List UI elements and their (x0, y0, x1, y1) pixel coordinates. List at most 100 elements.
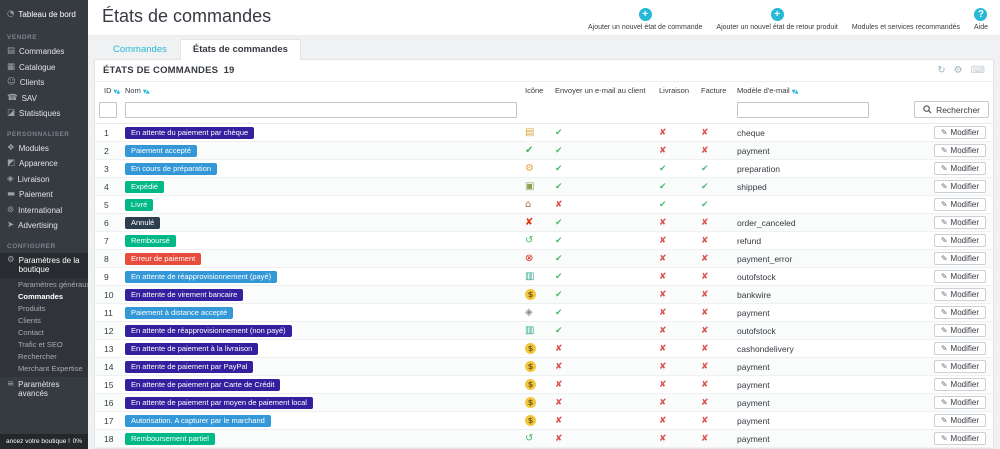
customers-icon: ☺ (7, 77, 16, 87)
edit-button-label: Modifier (950, 146, 979, 155)
sidebar-subitem-traffic-seo[interactable]: Trafic et SEO (0, 339, 88, 351)
sidebar-section: VENDRE ▤ Commandes ▦ Catalogue ☺ Clients ☎ SAV ◪ S… (0, 25, 88, 122)
sidebar-item-customers[interactable]: ☺ Clients (0, 75, 88, 91)
edit-button[interactable]: ✎ Modifier (933, 162, 986, 175)
panel-title-group: ÉTATS DE COMMANDES 19 (103, 65, 234, 76)
status-id: 10 (95, 285, 121, 304)
status-id: 14 (95, 357, 121, 376)
edit-button[interactable]: ✎ Modifier (933, 432, 986, 445)
edit-button[interactable]: ✎ Modifier (933, 252, 986, 265)
status-badge: Annulé (125, 216, 161, 229)
edit-button[interactable]: ✎ Modifier (933, 342, 986, 355)
canceled-icon: ✘ (525, 217, 534, 228)
sort-id-icon[interactable]: ▼▲ (114, 89, 121, 95)
refresh-icon[interactable]: ↻ (937, 65, 945, 76)
sidebar-item-international[interactable]: ⊚ International (0, 203, 88, 219)
sidebar-item-catalog[interactable]: ▦ Catalogue (0, 60, 88, 76)
sort-name-icon[interactable]: ▼▲ (143, 89, 150, 95)
edit-button[interactable]: ✎ Modifier (933, 198, 986, 211)
sidebar-subitem-customer-settings[interactable]: Clients (0, 315, 88, 327)
status-id: 1 (95, 123, 121, 142)
table-filter-row: Rechercher (95, 98, 993, 124)
edit-button[interactable]: ✎ Modifier (933, 270, 986, 283)
cross-icon: ✘ (701, 416, 709, 426)
edit-button[interactable]: ✎ Modifier (933, 414, 986, 427)
sidebar-item-orders[interactable]: ▤ Commandes (0, 44, 88, 60)
onboarding-footer[interactable]: ancez votre boutique ! 0% (0, 434, 88, 449)
edit-button[interactable]: ✎ Modifier (933, 126, 986, 139)
pencil-icon: ✎ (940, 164, 948, 173)
sidebar-subitem-order-settings[interactable]: Commandes (0, 291, 88, 303)
edit-button[interactable]: ✎ Modifier (933, 396, 986, 409)
sidebar-item-customer-service[interactable]: ☎ SAV (0, 91, 88, 107)
filter-id-input[interactable] (99, 102, 117, 118)
edit-button[interactable]: ✎ Modifier (933, 288, 986, 301)
sidebar-subitem-products[interactable]: Produits (0, 303, 88, 315)
search-button[interactable]: Rechercher (914, 101, 989, 118)
edit-button[interactable]: ✎ Modifier (933, 360, 986, 373)
sidebar-item-label: Clients (19, 78, 45, 87)
tab-etats-de-commandes[interactable]: États de commandes (179, 39, 301, 60)
edit-button[interactable]: ✎ Modifier (933, 234, 986, 247)
dashboard-label: Tableau de bord (18, 9, 76, 19)
settings-icon[interactable]: ⚙ (954, 65, 963, 76)
edit-button[interactable]: ✎ Modifier (933, 216, 986, 229)
sidebar-item-dashboard[interactable]: ◔ Tableau de bord (0, 0, 88, 25)
sort-template-icon[interactable]: ▼▲ (792, 89, 799, 95)
filter-name-input[interactable] (125, 102, 517, 118)
cross-icon: ✘ (555, 434, 563, 444)
page-title: États de commandes (102, 6, 272, 26)
header-action-add-order-state[interactable]: + Ajouter un nouvel état de commande (588, 8, 702, 31)
cross-icon: ✘ (659, 218, 667, 228)
status-id: 15 (95, 375, 121, 394)
sidebar-item-modules[interactable]: ❖ Modules (0, 141, 88, 157)
check-icon: ✔ (555, 254, 563, 264)
sidebar-item-stats[interactable]: ◪ Statistiques (0, 106, 88, 122)
sidebar-item-design[interactable]: ◩ Apparence (0, 156, 88, 172)
edit-button[interactable]: ✎ Modifier (933, 378, 986, 391)
status-badge: En attente de réapprovisionnement (non p… (125, 324, 292, 337)
status-template: outofstock (733, 267, 883, 286)
cross-icon: ✘ (555, 398, 563, 408)
pencil-icon: ✎ (940, 308, 948, 317)
edit-button-label: Modifier (950, 236, 979, 245)
filter-template-input[interactable] (737, 102, 870, 118)
sidebar-subitem-contact[interactable]: Contact (0, 327, 88, 339)
sidebar-item-advertising[interactable]: ➤ Advertising (0, 218, 88, 234)
cross-icon: ✘ (701, 362, 709, 372)
sidebar-item-advanced-parameters[interactable]: ≡ Paramètres avancés (0, 377, 88, 402)
edit-button[interactable]: ✎ Modifier (933, 306, 986, 319)
header-action-recommended-modules[interactable]: Modules et services recommandés (852, 24, 960, 31)
edit-button[interactable]: ✎ Modifier (933, 144, 986, 157)
sidebar-item-label: Apparence (19, 159, 58, 168)
keyboard-icon[interactable]: ⌨ (971, 65, 985, 76)
sidebar-item-label: Paramètres de la boutique (18, 255, 80, 275)
cross-icon: ✘ (659, 308, 667, 318)
edit-button-label: Modifier (950, 308, 979, 317)
header-action-add-return-state[interactable]: + Ajouter un nouvel état de retour produi… (716, 8, 838, 31)
header-action-help[interactable]: ? Aide (974, 8, 988, 31)
status-row: 4 Expédié ▣ ✔ ✔ ✔ shipped ✎ Modifier (95, 177, 993, 196)
sidebar-subitem-search[interactable]: Rechercher (0, 351, 88, 363)
sidebar-item-shipping[interactable]: ◈ Livraison (0, 172, 88, 188)
status-badge: En attente du paiement par chèque (125, 126, 255, 139)
sidebar-item-payment[interactable]: ▬ Paiement (0, 187, 88, 203)
status-template: payment (733, 393, 883, 412)
header-action-label: Modules et services recommandés (851, 24, 960, 31)
status-badge: En attente de paiement à la livraison (125, 342, 259, 355)
status-id: 6 (95, 213, 121, 232)
add-circle-icon: + (638, 8, 652, 21)
edit-button[interactable]: ✎ Modifier (933, 324, 986, 337)
sidebar-subitem-merchant-expertise[interactable]: Merchant Expertise (0, 363, 88, 375)
edit-button-label: Modifier (950, 218, 979, 227)
tab-commandes[interactable]: Commandes (100, 39, 180, 60)
edit-button[interactable]: ✎ Modifier (933, 180, 986, 193)
sidebar-subitem-general[interactable]: Paramètres généraux (0, 279, 88, 291)
status-id: 3 (95, 159, 121, 178)
backorder-icon: ▥ (525, 271, 535, 282)
status-template: payment (733, 303, 883, 322)
check-icon: ✔ (701, 200, 709, 210)
panel-count: 19 (223, 65, 235, 76)
coin-icon: $ (525, 397, 536, 408)
sidebar-item-shop-parameters[interactable]: ⚙ Paramètres de la boutique (0, 252, 88, 278)
